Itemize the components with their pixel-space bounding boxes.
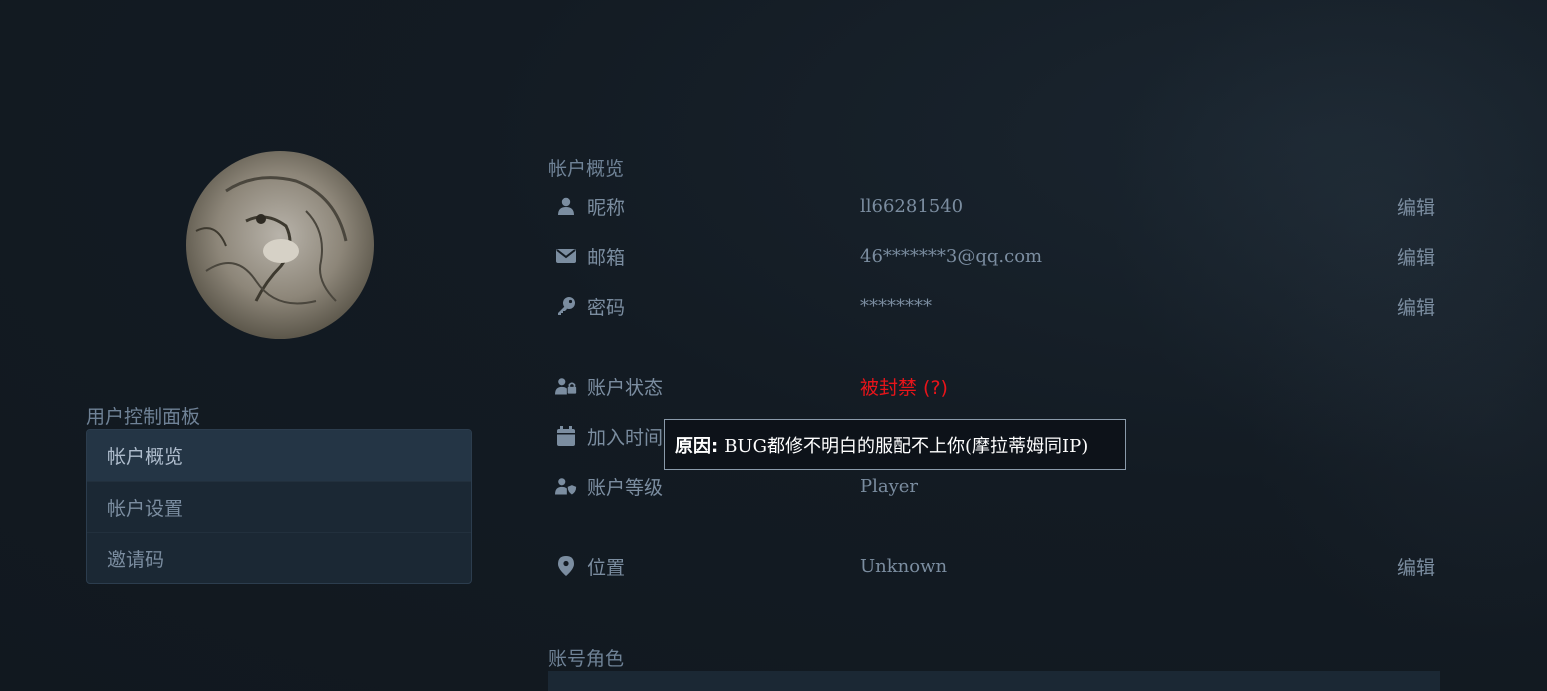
user-icon <box>555 195 577 217</box>
user-avatar <box>186 151 374 339</box>
sidebar-menu: 帐户概览 帐户设置 邀请码 <box>86 429 472 584</box>
key-icon <box>555 295 577 317</box>
user-lock-icon <box>555 375 577 397</box>
nickname-row: 昵称 ll66281540 编辑 <box>555 191 1435 221</box>
nickname-value: ll66281540 <box>860 195 964 217</box>
location-label: 位置 <box>587 556 626 579</box>
email-row: 邮箱 46*******3@qq.com 编辑 <box>555 241 1435 271</box>
location-row: 位置 Unknown 编辑 <box>555 551 1435 581</box>
tooltip-prefix: 原因: <box>675 435 719 457</box>
background-texture <box>947 0 1547 691</box>
password-value: ******** <box>860 295 932 317</box>
level-row: 账户等级 Player <box>555 471 1435 501</box>
tooltip-text: BUG都修不明白的服配不上你(摩拉蒂姆同IP) <box>724 435 1089 457</box>
envelope-icon <box>555 245 577 267</box>
edit-email-link[interactable]: 编辑 <box>1397 243 1435 270</box>
panel-title: 用户控制面板 <box>86 406 201 428</box>
sidebar-item-account-overview[interactable]: 帐户概览 <box>87 430 471 481</box>
map-marker-icon <box>555 555 577 577</box>
roles-title: 账号角色 <box>548 648 625 670</box>
edit-password-link[interactable]: 编辑 <box>1397 293 1435 320</box>
level-label: 账户等级 <box>587 476 664 499</box>
nickname-label: 昵称 <box>587 196 626 219</box>
email-value: 46*******3@qq.com <box>860 245 1043 267</box>
sidebar-item-invite-code[interactable]: 邀请码 <box>87 532 471 583</box>
status-row: 账户状态 被封禁 (?) <box>555 371 1435 401</box>
ban-reason-tooltip: 原因: BUG都修不明白的服配不上你(摩拉蒂姆同IP) <box>664 419 1126 470</box>
status-value[interactable]: 被封禁 (?) <box>860 373 948 400</box>
password-label: 密码 <box>587 296 626 319</box>
password-row: 密码 ******** 编辑 <box>555 291 1435 321</box>
edit-nickname-link[interactable]: 编辑 <box>1397 193 1435 220</box>
calendar-icon <box>555 425 577 447</box>
level-value: Player <box>860 475 919 497</box>
overview-title: 帐户概览 <box>548 158 625 180</box>
sidebar-item-account-settings[interactable]: 帐户设置 <box>87 481 471 532</box>
joined-label: 加入时间 <box>587 426 664 449</box>
roles-panel <box>548 671 1440 691</box>
edit-location-link[interactable]: 编辑 <box>1397 553 1435 580</box>
email-label: 邮箱 <box>587 246 626 269</box>
user-shield-icon <box>555 475 577 497</box>
status-label: 账户状态 <box>587 376 664 399</box>
location-value: Unknown <box>860 555 948 577</box>
